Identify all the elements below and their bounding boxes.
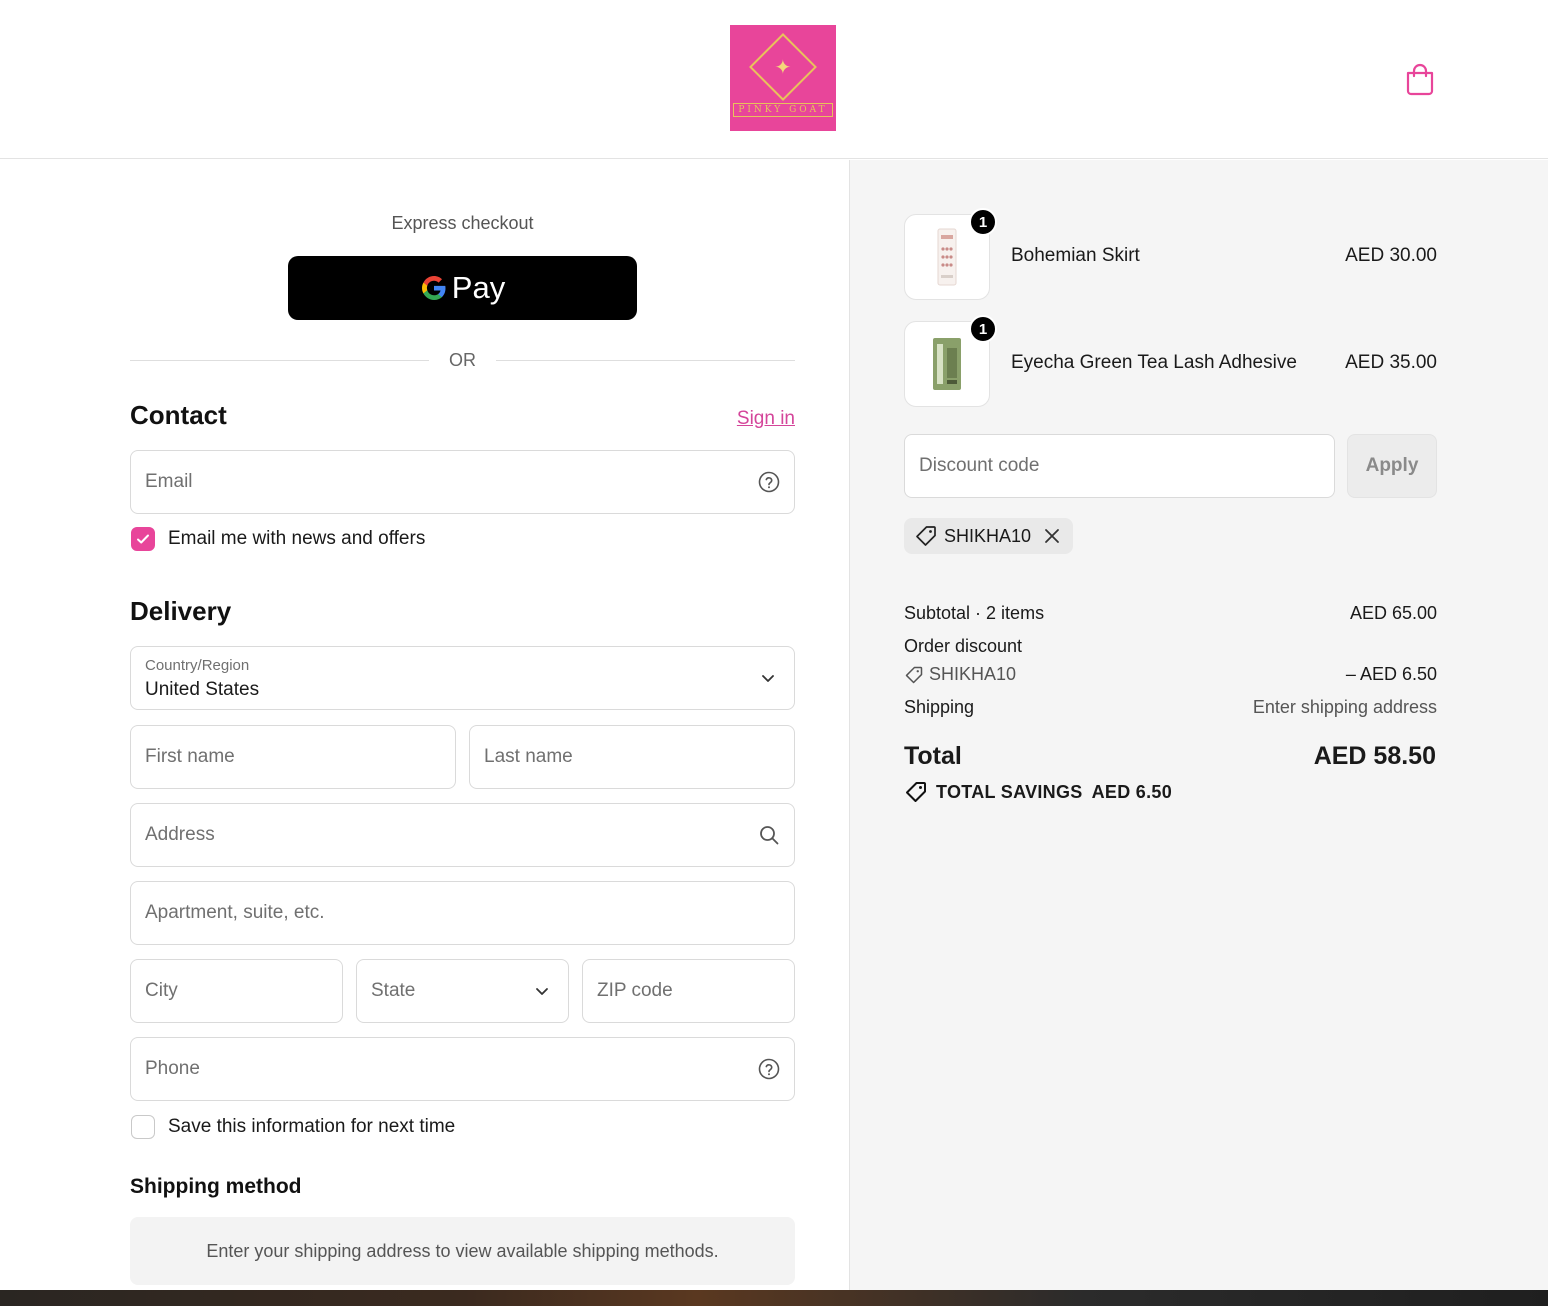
zip-placeholder: ZIP code (597, 980, 673, 1001)
logo-text: PINKY GOAT (733, 103, 833, 117)
chevron-down-icon (762, 675, 774, 682)
product-thumbnail: 1 (904, 315, 997, 407)
or-divider: OR (130, 348, 795, 372)
checkmark-icon (137, 534, 149, 544)
phone-field[interactable]: Phone (130, 1037, 795, 1101)
or-label: OR (449, 349, 476, 370)
total-savings: TOTAL SAVINGS AED 6.50 (904, 780, 1172, 804)
city-placeholder: City (145, 980, 178, 1001)
delivery-heading: Delivery (130, 596, 232, 626)
zip-code-field[interactable]: ZIP code (582, 959, 795, 1023)
last-name-placeholder: Last name (484, 746, 573, 767)
express-checkout-label: Express checkout (391, 213, 534, 233)
country-value: United States (145, 679, 260, 700)
checkout-form: Express checkout Pay OR Contact Sign in … (0, 160, 849, 1290)
save-info-checkbox[interactable] (131, 1115, 155, 1139)
last-name-field[interactable]: Last name (469, 725, 795, 789)
header: ✦ PINKY GOAT (0, 0, 1548, 159)
tag-icon (906, 782, 926, 802)
phone-placeholder: Phone (145, 1058, 200, 1079)
shipping-row: Shipping Enter shipping address (904, 697, 1437, 718)
order-discount-label: Order discount (904, 636, 1023, 656)
chevron-down-icon (536, 988, 548, 995)
save-info-checkbox-row[interactable]: Save this information for next time (131, 1115, 455, 1139)
item-name: Bohemian Skirt (1011, 245, 1140, 266)
address-placeholder: Address (145, 824, 215, 845)
shipping-value: Enter shipping address (1252, 697, 1437, 717)
country-label: Country/Region (145, 657, 250, 674)
help-circle-icon[interactable] (758, 1058, 780, 1080)
logo-emblem-icon: ✦ (749, 33, 817, 101)
contact-heading: Contact (130, 400, 227, 430)
subtotal-label: Subtotal · 2 items (904, 603, 1045, 623)
savings-value: AED 6.50 (1091, 781, 1173, 802)
apply-discount-button[interactable]: Apply (1347, 434, 1437, 498)
newsletter-label: Email me with news and offers (168, 528, 426, 549)
subtotal-value: AED 65.00 (1349, 603, 1437, 623)
first-name-placeholder: First name (145, 746, 235, 767)
nail-kit-product-image (937, 228, 957, 286)
country-select[interactable]: Country/Region United States (130, 646, 795, 710)
divider-line (130, 359, 429, 361)
shopping-bag-icon[interactable] (1404, 62, 1436, 96)
subtotal-row: Subtotal · 2 items AED 65.00 (904, 603, 1437, 624)
savings-label: TOTAL SAVINGS (936, 781, 1083, 802)
applied-code: SHIKHA10 (944, 525, 1032, 546)
close-icon[interactable] (1043, 527, 1061, 545)
line-item: 1 Eyecha Green Tea Lash Adhesive AED 35.… (904, 315, 1437, 407)
newsletter-checkbox[interactable] (131, 527, 155, 551)
item-price: AED 30.00 (1345, 245, 1437, 266)
tag-icon (905, 666, 923, 683)
store-logo[interactable]: ✦ PINKY GOAT (730, 25, 836, 131)
google-g-icon (421, 276, 446, 300)
product-thumbnail: 1 (904, 208, 997, 300)
discount-placeholder: Discount code (919, 455, 1040, 476)
apartment-field[interactable]: Apartment, suite, etc. (130, 881, 795, 945)
tag-icon (916, 526, 936, 546)
state-placeholder: State (371, 980, 416, 1001)
shipping-method-notice: Enter your shipping address to view avai… (130, 1217, 795, 1285)
order-discount-row: Order discount (904, 636, 1437, 657)
total-value: AED 58.50 (1313, 742, 1436, 770)
search-icon (760, 826, 779, 845)
discount-code-label: SHIKHA10 (929, 664, 1017, 684)
first-name-field[interactable]: First name (130, 725, 456, 789)
address-field[interactable]: Address (130, 803, 795, 867)
email-field[interactable]: Email (130, 450, 795, 514)
city-field[interactable]: City (130, 959, 343, 1023)
shipping-method-heading: Shipping method (130, 1175, 302, 1198)
shipping-label: Shipping (904, 697, 975, 717)
email-placeholder: Email (145, 471, 193, 492)
quantity-badge: 1 (969, 208, 997, 236)
newsletter-checkbox-row[interactable]: Email me with news and offers (131, 527, 425, 551)
divider-line (496, 359, 795, 361)
line-item: 1 Bohemian Skirt AED 30.00 (904, 208, 1437, 300)
quantity-badge: 1 (969, 315, 997, 343)
apartment-placeholder: Apartment, suite, etc. (145, 902, 325, 923)
lash-adhesive-product-image (933, 338, 961, 390)
bottom-edge (0, 1290, 1548, 1306)
item-name: Eyecha Green Tea Lash Adhesive (1011, 352, 1297, 373)
total-label: Total (904, 742, 962, 770)
order-summary: 1 Bohemian Skirt AED 30.00 1 Eyecha Gree… (849, 160, 1548, 1290)
discount-code-row: SHIKHA10 – AED 6.50 (904, 664, 1437, 690)
item-price: AED 35.00 (1345, 352, 1437, 373)
sign-in-link[interactable]: Sign in (737, 408, 795, 430)
discount-value: – AED 6.50 (1345, 664, 1437, 684)
shipping-method-message: Enter your shipping address to view avai… (206, 1240, 719, 1261)
state-select[interactable]: State (356, 959, 569, 1023)
applied-discount-chip: SHIKHA10 (904, 518, 1074, 554)
discount-code-input[interactable]: Discount code (904, 434, 1335, 498)
google-pay-label: Pay (451, 270, 506, 305)
help-circle-icon[interactable] (758, 471, 780, 493)
google-pay-button[interactable]: Pay (288, 256, 637, 320)
save-info-label: Save this information for next time (168, 1116, 456, 1137)
